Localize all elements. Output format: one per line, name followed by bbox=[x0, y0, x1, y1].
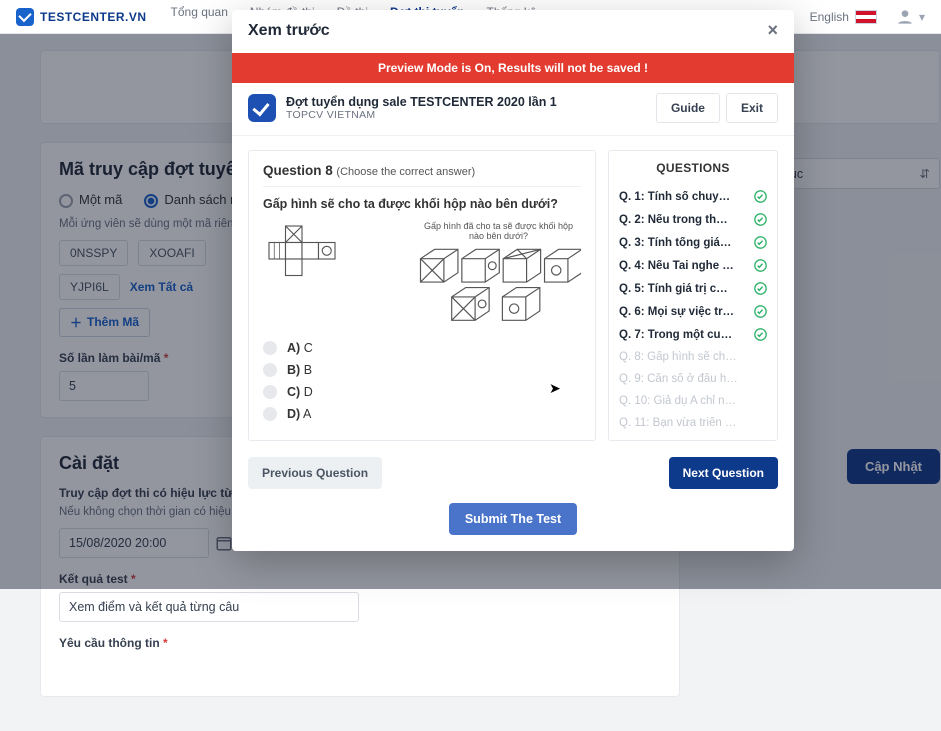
check-circle-icon bbox=[754, 213, 767, 226]
question-list-item[interactable]: Q. 7: Trong một cu… bbox=[619, 323, 767, 346]
question-list-label: Q. 11: Bạn vừa triển … bbox=[619, 417, 736, 429]
next-question-button[interactable]: Next Question bbox=[669, 457, 778, 489]
question-list-item[interactable]: Q. 2: Nếu trong th… bbox=[619, 208, 767, 231]
radio-icon bbox=[263, 363, 277, 377]
question-list-label: Q. 9: Cần số ở đầu h… bbox=[619, 373, 738, 385]
shield-check-icon bbox=[248, 94, 276, 122]
question-list-item[interactable]: Q. 6: Mọi sự việc tr… bbox=[619, 300, 767, 323]
prev-question-button[interactable]: Previous Question bbox=[248, 457, 382, 489]
radio-icon bbox=[263, 341, 277, 355]
user-icon bbox=[895, 7, 915, 27]
check-circle-icon bbox=[754, 190, 767, 203]
modal-title: Xem trước bbox=[248, 22, 330, 40]
brand-text: TESTCENTER.VN bbox=[40, 10, 147, 24]
question-list-item[interactable]: Q. 8: Gấp hình sẽ ch… bbox=[619, 346, 767, 368]
exam-org: TOPCV VIETNAM bbox=[286, 109, 557, 121]
question-list-label: Q. 8: Gấp hình sẽ ch… bbox=[619, 351, 737, 363]
question-list-label: Q. 7: Trong một cu… bbox=[619, 329, 732, 341]
question-list-label: Q. 3: Tính tổng giá… bbox=[619, 237, 731, 249]
question-list-item[interactable]: Q. 5: Tính giá trị c… bbox=[619, 277, 767, 300]
exam-title: Đợt tuyển dụng sale TESTCENTER 2020 lần … bbox=[286, 95, 557, 109]
close-icon[interactable]: × bbox=[767, 20, 778, 41]
check-circle-icon bbox=[754, 305, 767, 318]
option-c[interactable]: C) D bbox=[263, 385, 581, 399]
lang-switch[interactable]: English bbox=[810, 10, 877, 24]
result-select[interactable]: Xem điểm và kết quả từng câu bbox=[59, 592, 359, 622]
lang-label: English bbox=[810, 10, 849, 24]
brand-logo-icon bbox=[16, 8, 34, 26]
option-b[interactable]: B) B bbox=[263, 363, 581, 377]
radio-icon bbox=[263, 407, 277, 421]
question-image: Gấp hình đã cho ta sẽ được khối hộp nào … bbox=[263, 221, 581, 331]
question-list-item[interactable]: Q. 11: Bạn vừa triển … bbox=[619, 412, 767, 434]
question-instruction: (Choose the correct answer) bbox=[336, 166, 475, 178]
guide-button[interactable]: Guide bbox=[656, 93, 720, 123]
question-number-label: Question 8 bbox=[263, 163, 333, 178]
brand[interactable]: TESTCENTER.VN bbox=[16, 8, 147, 26]
question-list-item[interactable]: Q. 10: Giả dụ A chỉ n… bbox=[619, 390, 767, 412]
option-d[interactable]: D) A bbox=[263, 407, 581, 421]
check-circle-icon bbox=[754, 259, 767, 272]
check-circle-icon bbox=[754, 328, 767, 341]
question-prompt: Gấp hình sẽ cho ta được khối hộp nào bên… bbox=[263, 197, 581, 211]
question-list-label: Q. 2: Nếu trong th… bbox=[619, 214, 728, 226]
require-label: Yêu cầu thông tin bbox=[59, 636, 661, 650]
chevron-down-icon: ▾ bbox=[919, 10, 925, 24]
answer-options: A) C B) B C) D D) A bbox=[263, 341, 581, 421]
question-list-label: Q. 5: Tính giá trị c… bbox=[619, 283, 728, 295]
question-list-panel: QUESTIONS Q. 1: Tính số chuy… Q. 2: Nếu t… bbox=[608, 150, 778, 441]
preview-banner: Preview Mode is On, Results will not be … bbox=[232, 53, 794, 83]
question-panel: Question 8 (Choose the correct answer) G… bbox=[248, 150, 596, 441]
image-caption: Gấp hình đã cho ta sẽ được khối hộp nào … bbox=[416, 221, 581, 241]
question-list-item[interactable]: Q. 9: Cần số ở đầu h… bbox=[619, 368, 767, 390]
radio-icon bbox=[263, 385, 277, 399]
question-list-label: Q. 1: Tính số chuy… bbox=[619, 191, 730, 203]
question-list-item[interactable]: Q. 4: Nếu Tai nghe … bbox=[619, 254, 767, 277]
question-list-label: Q. 10: Giả dụ A chỉ n… bbox=[619, 395, 736, 407]
flag-uk-icon bbox=[855, 10, 877, 24]
check-circle-icon bbox=[754, 236, 767, 249]
cube-net-icon bbox=[263, 221, 368, 291]
account-menu[interactable]: ▾ bbox=[895, 7, 925, 27]
question-list-label: Q. 6: Mọi sự việc tr… bbox=[619, 306, 734, 318]
preview-modal: Xem trước × Preview Mode is On, Results … bbox=[232, 10, 794, 551]
submit-test-button[interactable]: Submit The Test bbox=[449, 503, 577, 535]
question-list-item[interactable]: Q. 1: Tính số chuy… bbox=[619, 185, 767, 208]
nav-item-overview[interactable]: Tổng quan bbox=[171, 5, 228, 29]
cube-options-icon bbox=[416, 247, 581, 325]
option-a[interactable]: A) C bbox=[263, 341, 581, 355]
question-list-label: Q. 4: Nếu Tai nghe … bbox=[619, 260, 734, 272]
check-circle-icon bbox=[754, 282, 767, 295]
questions-title: QUESTIONS bbox=[619, 161, 767, 175]
question-list-item[interactable]: Q. 3: Tính tổng giá… bbox=[619, 231, 767, 254]
exit-button[interactable]: Exit bbox=[726, 93, 778, 123]
